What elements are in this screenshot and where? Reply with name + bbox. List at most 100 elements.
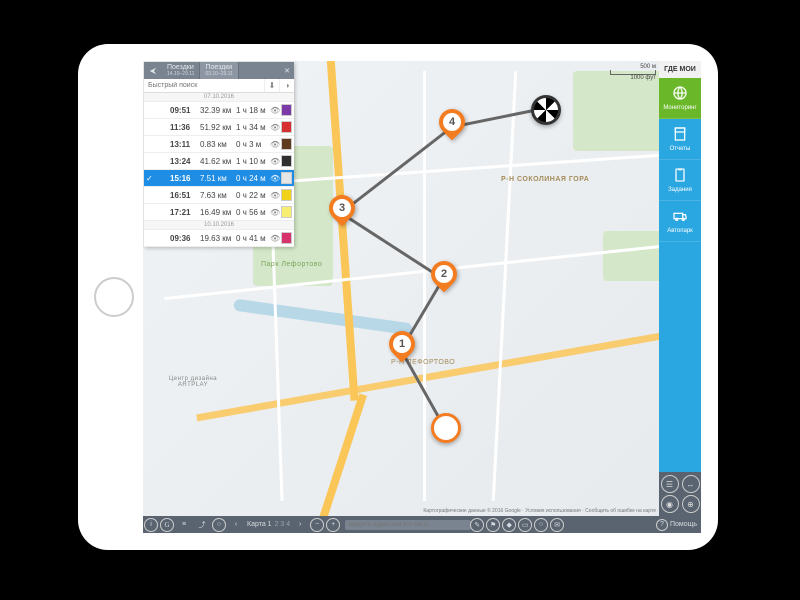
visibility-batch-icon[interactable]: ◑: [279, 79, 294, 92]
mail-icon[interactable]: ✉: [550, 518, 564, 532]
trip-color-swatch[interactable]: [281, 138, 292, 150]
brand-logo[interactable]: ГДЕ МОИ: [659, 61, 701, 78]
nav-label: Мониторинг: [663, 105, 696, 111]
reports-icon: [672, 126, 688, 144]
trips-date-group: 10.10.2016: [144, 221, 294, 230]
nav-monitoring[interactable]: Мониторинг: [659, 78, 701, 119]
visibility-icon[interactable]: 👁: [270, 234, 280, 243]
trip-time: 13:24: [170, 157, 200, 166]
nav-tasks[interactable]: Задания: [659, 160, 701, 201]
trip-row[interactable]: ✓15:167.51 км0 ч 24 м👁: [144, 170, 294, 187]
trip-duration: 0 ч 3 м: [236, 140, 270, 149]
google-icon[interactable]: G: [160, 518, 174, 532]
globe-icon[interactable]: ◉: [661, 495, 679, 513]
trip-distance: 0.83 км: [200, 140, 236, 149]
bottom-toolbar: i G ≡ ⤴ ○ ‹ Карта 1 2 3 4 › − + ✎ ⚑ ◆ ▭ …: [143, 516, 701, 533]
help-button[interactable]: ?Помощь: [656, 519, 697, 531]
trip-distance: 7.63 км: [200, 191, 236, 200]
trip-color-swatch[interactable]: [281, 121, 292, 133]
trips-tab-1[interactable]: Поездки14.10–29.11: [162, 62, 200, 79]
nav-fleet[interactable]: Автопарк: [659, 201, 701, 242]
visibility-icon[interactable]: 👁: [270, 174, 280, 183]
map-tab-next[interactable]: ›: [292, 519, 308, 531]
map-tab-label[interactable]: Карта 1: [245, 521, 274, 528]
trip-color-swatch[interactable]: [281, 189, 292, 201]
check-icon: ✓: [146, 174, 170, 183]
visibility-icon[interactable]: 👁: [270, 106, 280, 115]
trip-distance: 19.63 км: [200, 234, 236, 243]
marker-icon[interactable]: ◆: [502, 518, 516, 532]
trip-color-swatch[interactable]: [281, 172, 292, 184]
route-waypoint-3[interactable]: 3: [329, 195, 355, 221]
trips-tabbar: Поездки14.10–29.11 Поездки03.10–29.11 ✕: [144, 62, 294, 79]
trip-row[interactable]: 13:2441.62 км1 ч 10 м👁: [144, 153, 294, 170]
home-button[interactable]: [94, 277, 134, 317]
poi-artplay: Центр дизайна ARTPLAY: [163, 376, 223, 388]
trip-row[interactable]: 09:5132.39 км1 ч 18 м👁: [144, 102, 294, 119]
app-screen: Р-Н СОКОЛИНАЯ ГОРА Р-Н ЛЕФОРТОВО Парк Ле…: [143, 61, 701, 533]
address-search-input[interactable]: [345, 520, 471, 530]
trip-color-swatch[interactable]: [281, 155, 292, 167]
trip-distance: 16.49 км: [200, 208, 236, 217]
route-waypoint-2[interactable]: 2: [431, 261, 457, 287]
trip-time: 16:51: [170, 191, 200, 200]
zoom-in-icon[interactable]: +: [326, 518, 340, 532]
trips-panel: Поездки14.10–29.11 Поездки03.10–29.11 ✕ …: [144, 62, 294, 247]
trip-color-swatch[interactable]: [281, 104, 292, 116]
target-icon[interactable]: ⊕: [682, 495, 700, 513]
tablet-bezel: Р-Н СОКОЛИНАЯ ГОРА Р-Н ЛЕФОРТОВО Парк Ле…: [78, 44, 718, 550]
zoom-out-icon[interactable]: −: [310, 518, 324, 532]
pencil-icon[interactable]: ✎: [470, 518, 484, 532]
locate-icon[interactable]: ○: [212, 518, 226, 532]
trip-distance: 51.92 км: [200, 123, 236, 132]
area-icon[interactable]: ▭: [518, 518, 532, 532]
close-icon[interactable]: ✕: [280, 62, 294, 79]
trip-row[interactable]: 17:2116.49 км0 ч 56 м👁: [144, 204, 294, 221]
trip-time: 11:36: [170, 123, 200, 132]
nav-label: Задания: [668, 187, 692, 193]
monitoring-icon: [672, 85, 688, 103]
trip-distance: 32.39 км: [200, 106, 236, 115]
visibility-icon[interactable]: 👁: [270, 157, 280, 166]
map-tool-buttons: ☰ ↔ ◉ ⊕: [659, 472, 701, 516]
nav-label: Автопарк: [667, 228, 693, 234]
trip-time: 15:16: [170, 174, 200, 183]
info-icon[interactable]: i: [144, 518, 158, 532]
trips-tab-2[interactable]: Поездки03.10–29.11: [200, 62, 238, 79]
flag-icon[interactable]: ⚑: [486, 518, 500, 532]
route-waypoint-1[interactable]: 1: [389, 331, 415, 357]
trip-duration: 0 ч 24 м: [236, 174, 270, 183]
route-waypoint-4[interactable]: 4: [439, 109, 465, 135]
trip-row[interactable]: 13:110.83 км0 ч 3 м👁: [144, 136, 294, 153]
share-icon[interactable]: ⤴: [194, 519, 210, 531]
route-finish-pin[interactable]: [531, 95, 561, 125]
layers-icon[interactable]: ☰: [661, 475, 679, 493]
trip-duration: 0 ч 22 м: [236, 191, 270, 200]
trip-distance: 7.51 км: [200, 174, 236, 183]
nav-reports[interactable]: Отчеты: [659, 119, 701, 160]
trips-search-input[interactable]: [144, 79, 264, 92]
visibility-icon[interactable]: 👁: [270, 123, 280, 132]
route-start-pin[interactable]: [431, 413, 461, 443]
ruler-icon[interactable]: ↔: [682, 475, 700, 493]
visibility-icon[interactable]: 👁: [270, 208, 280, 217]
visibility-icon[interactable]: 👁: [270, 191, 280, 200]
trip-row[interactable]: 09:3619.63 км0 ч 41 м👁: [144, 230, 294, 247]
trip-color-swatch[interactable]: [281, 206, 292, 218]
trip-row[interactable]: 11:3651.92 км1 ч 34 м👁: [144, 119, 294, 136]
trip-row[interactable]: 16:517.63 км0 ч 22 м👁: [144, 187, 294, 204]
trips-date-group: 07.10.2016: [144, 93, 294, 102]
trip-time: 09:36: [170, 234, 200, 243]
nav-arrow-icon[interactable]: [144, 62, 162, 79]
trip-distance: 41.62 км: [200, 157, 236, 166]
visibility-icon[interactable]: 👁: [270, 140, 280, 149]
trip-duration: 1 ч 34 м: [236, 123, 270, 132]
trip-time: 09:51: [170, 106, 200, 115]
map-tab-prev[interactable]: ‹: [228, 519, 244, 531]
district-sokolinaya: Р-Н СОКОЛИНАЯ ГОРА: [501, 176, 589, 183]
trip-color-swatch[interactable]: [281, 232, 292, 244]
circle-icon[interactable]: ○: [534, 518, 548, 532]
download-icon[interactable]: ⬇: [264, 79, 279, 92]
bars-icon[interactable]: ≡: [176, 519, 192, 531]
map-attribution: Картографические данные © 2016 Google · …: [423, 508, 656, 514]
